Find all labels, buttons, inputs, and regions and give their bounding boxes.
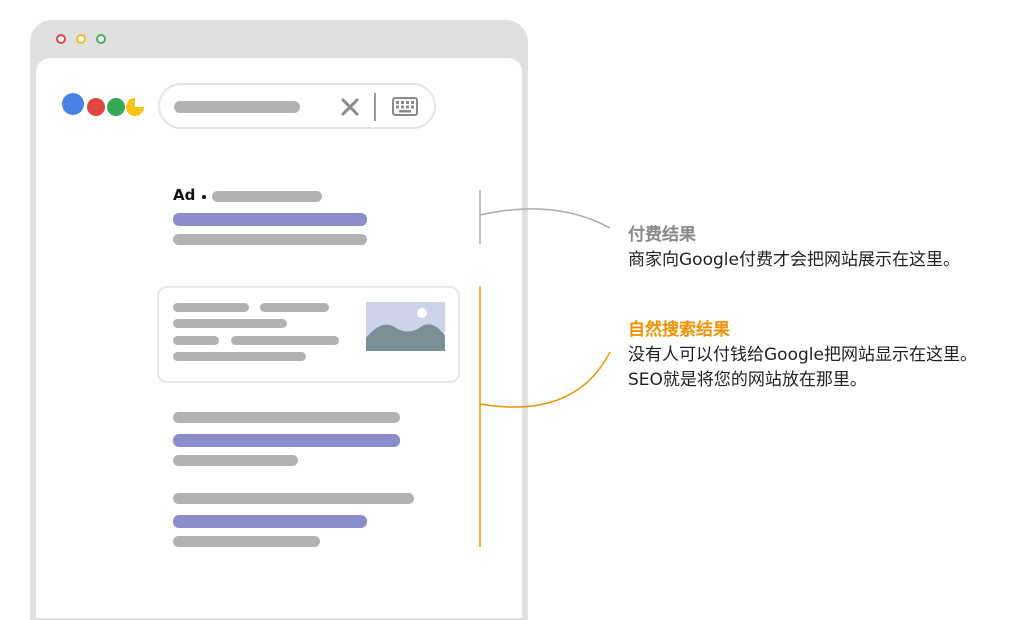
organic-results-title: 自然搜索结果 (628, 320, 730, 340)
organic-results-description-1: 没有人可以付钱给Google把网站显示在这里。 (628, 345, 977, 365)
paid-pointer-curve (479, 208, 611, 229)
annotation-connectors (479, 190, 611, 547)
paid-results-annotation: 付费结果 商家向Google付费才会把网站展示在这里。 (628, 223, 960, 273)
paid-results-description: 商家向Google付费才会把网站展示在这里。 (628, 250, 960, 270)
paid-results-title: 付费结果 (628, 225, 696, 245)
organic-results-annotation: 自然搜索结果 没有人可以付钱给Google把网站显示在这里。 SEO就是将您的网… (628, 318, 977, 393)
organic-pointer-curve (479, 351, 611, 408)
organic-results-description-2: SEO就是将您的网站放在那里。 (628, 370, 867, 390)
